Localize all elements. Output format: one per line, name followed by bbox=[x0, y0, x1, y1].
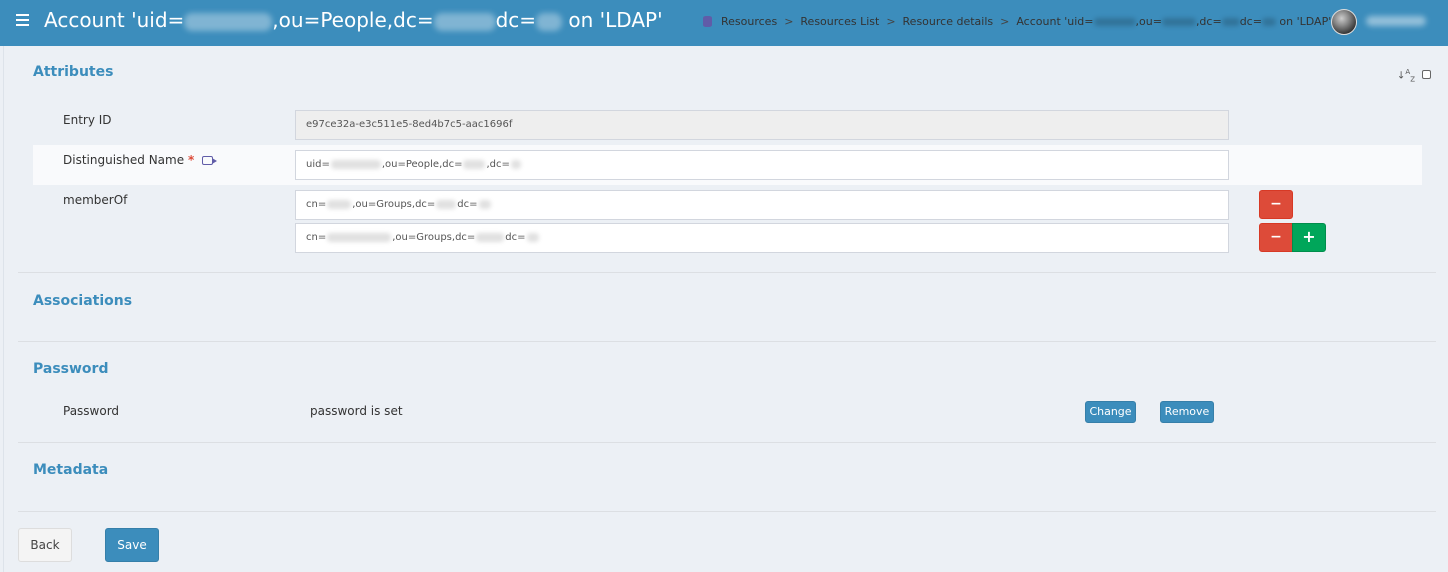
memberof-label: memberOf bbox=[63, 193, 128, 207]
avatar[interactable] bbox=[1331, 9, 1357, 35]
section-attributes[interactable]: Attributes bbox=[33, 64, 113, 80]
dn-field[interactable]: uid= ,ou=People,dc= ,dc= bbox=[295, 150, 1229, 180]
redacted-text bbox=[433, 12, 496, 31]
dn-label: Distinguished Name * bbox=[63, 153, 218, 167]
section-associations[interactable]: Associations bbox=[33, 293, 132, 309]
change-password-button[interactable]: Change bbox=[1085, 401, 1136, 423]
sort-alpha-icon[interactable]: ↓AZ bbox=[1397, 69, 1415, 83]
password-label: Password bbox=[63, 404, 120, 418]
required-marker: * bbox=[187, 153, 195, 167]
memberof-field-1[interactable]: cn= ,ou=Groups,dc= dc= bbox=[295, 190, 1229, 220]
remove-password-button[interactable]: Remove bbox=[1160, 401, 1214, 423]
redacted-text bbox=[184, 12, 273, 31]
divider bbox=[18, 341, 1436, 342]
breadcrumb-resources[interactable]: Resources bbox=[721, 15, 777, 28]
hamburger-icon[interactable] bbox=[16, 14, 29, 26]
save-button[interactable]: Save bbox=[105, 528, 159, 562]
sign-in-icon[interactable] bbox=[202, 156, 218, 165]
main-header: Account 'uid= ,ou=People,dc= dc= on 'LDAP'… bbox=[0, 0, 1448, 46]
divider bbox=[18, 511, 1436, 512]
database-icon bbox=[703, 16, 712, 27]
show-empty-checkbox[interactable] bbox=[1422, 70, 1431, 79]
section-password[interactable]: Password bbox=[33, 361, 108, 377]
remove-memberof-1-button[interactable]: − bbox=[1259, 190, 1293, 219]
section-metadata[interactable]: Metadata bbox=[33, 462, 108, 478]
breadcrumb: Resources > Resources List > Resource de… bbox=[703, 15, 1331, 28]
breadcrumb-resource-details[interactable]: Resource details bbox=[903, 15, 994, 28]
entry-id-label: Entry ID bbox=[63, 113, 112, 127]
username-redacted[interactable] bbox=[1366, 16, 1426, 26]
memberof-field-2[interactable]: cn= ,ou=Groups,dc= dc= bbox=[295, 223, 1229, 253]
redacted-text bbox=[536, 12, 563, 31]
divider bbox=[18, 442, 1436, 443]
breadcrumb-resources-list[interactable]: Resources List bbox=[800, 15, 879, 28]
page-title: Account 'uid= ,ou=People,dc= dc= on 'LDAP' bbox=[44, 8, 663, 32]
add-memberof-button[interactable]: + bbox=[1292, 223, 1326, 252]
back-button[interactable]: Back bbox=[18, 528, 72, 562]
breadcrumb-account: Account 'uid= ,ou= ,dc= dc= on 'LDAP' bbox=[1016, 15, 1332, 28]
entry-id-field: e97ce32a-e3c511e5-8ed4b7c5-aac1696f bbox=[295, 110, 1229, 140]
remove-memberof-2-button[interactable]: − bbox=[1259, 223, 1293, 252]
password-status: password is set bbox=[310, 404, 403, 418]
divider bbox=[18, 272, 1436, 273]
